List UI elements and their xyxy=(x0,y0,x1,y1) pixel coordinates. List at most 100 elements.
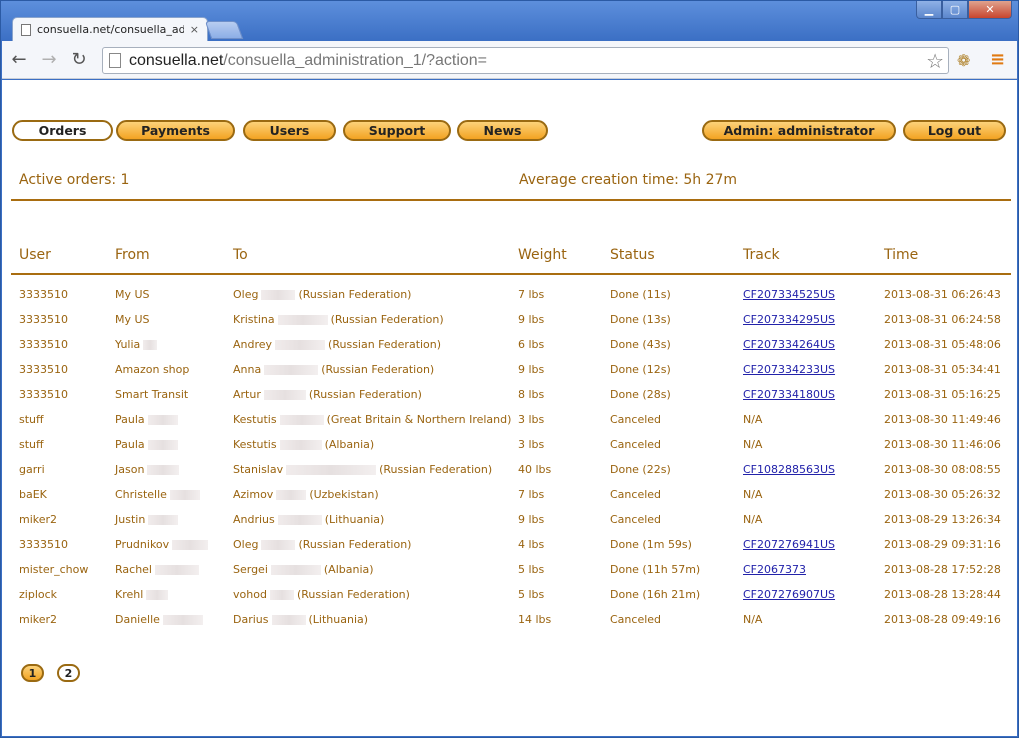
cell-user: baEK xyxy=(19,488,47,501)
track-link[interactable]: CF207334525US xyxy=(743,288,835,301)
cell-time: 2013-08-31 05:48:06 xyxy=(884,338,1001,351)
cell-status: Done (13s) xyxy=(610,313,671,326)
cell-time: 2013-08-29 13:26:34 xyxy=(884,513,1001,526)
to-name: Artur xyxy=(233,388,261,401)
to-name: Andrius xyxy=(233,513,275,526)
cell-weight: 14 lbs xyxy=(518,613,552,626)
page-2-button[interactable]: 2 xyxy=(57,664,80,682)
nav-orders-button[interactable]: Orders xyxy=(12,120,113,141)
cell-from: Christelle xyxy=(115,488,203,501)
to-country: (Russian Federation) xyxy=(328,338,442,351)
admin-account-button[interactable]: Admin: administrator xyxy=(702,120,896,141)
cell-user: stuff xyxy=(19,413,44,426)
browser-tab[interactable]: consuella.net/consuella_adm × xyxy=(12,17,208,41)
cell-weight: 8 lbs xyxy=(518,388,545,401)
to-country: (Great Britain & Northern Ireland) xyxy=(326,413,512,426)
cell-track[interactable]: CF207334180US xyxy=(743,388,835,401)
address-bar[interactable]: consuella.net/consuella_administration_1… xyxy=(102,47,949,74)
redacted-text xyxy=(276,490,307,500)
track-link[interactable]: CF207334180US xyxy=(743,388,835,401)
track-link[interactable]: CF207334295US xyxy=(743,313,835,326)
cell-to: Anna (Russian Federation) xyxy=(233,363,434,376)
cell-status: Canceled xyxy=(610,613,662,626)
reload-icon[interactable]: ↻ xyxy=(66,47,92,73)
maximize-button[interactable]: ▢ xyxy=(942,1,968,19)
redacted-text xyxy=(279,415,324,425)
cell-track[interactable]: CF108288563US xyxy=(743,463,835,476)
back-icon[interactable]: ← xyxy=(6,47,32,73)
nav-support-button[interactable]: Support xyxy=(343,120,451,141)
to-name: Sergei xyxy=(233,563,268,576)
cell-from: Rachel xyxy=(115,563,202,576)
from-name: Danielle xyxy=(115,613,160,626)
cell-to: Sergei (Albania) xyxy=(233,563,374,576)
nav-payments-button[interactable]: Payments xyxy=(116,120,235,141)
track-link[interactable]: CF207276941US xyxy=(743,538,835,551)
url-host: consuella.net xyxy=(129,51,224,69)
cell-from: Krehl xyxy=(115,588,171,601)
column-header-track: Track xyxy=(743,247,780,263)
to-name: Kestutis xyxy=(233,438,277,451)
cell-to: Kestutis (Great Britain & Northern Irelan… xyxy=(233,413,511,426)
cell-track[interactable]: CF2067373 xyxy=(743,563,806,576)
cell-from: Paula xyxy=(115,438,181,451)
cell-user: miker2 xyxy=(19,613,58,626)
page-1-button[interactable]: 1 xyxy=(21,664,44,682)
logout-button[interactable]: Log out xyxy=(903,120,1006,141)
cell-track[interactable]: CF207334525US xyxy=(743,288,835,301)
cell-track[interactable]: CF207276907US xyxy=(743,588,835,601)
to-country: (Russian Federation) xyxy=(379,463,493,476)
cell-weight: 3 lbs xyxy=(518,413,545,426)
page-icon xyxy=(21,23,31,36)
cell-time: 2013-08-30 08:08:55 xyxy=(884,463,1001,476)
nav-users-button[interactable]: Users xyxy=(243,120,336,141)
from-name: Paula xyxy=(115,438,145,451)
cell-track[interactable]: CF207276941US xyxy=(743,538,835,551)
page-icon xyxy=(109,53,121,68)
cell-track: N/A xyxy=(743,513,763,526)
cell-status: Done (43s) xyxy=(610,338,671,351)
to-country: (Russian Federation) xyxy=(308,388,422,401)
close-window-button[interactable]: ✕ xyxy=(968,1,1012,19)
to-name: Anna xyxy=(233,363,262,376)
cell-user: stuff xyxy=(19,438,44,451)
cell-track[interactable]: CF207334295US xyxy=(743,313,835,326)
table-row: miker2 Danielle Darius (Lithuania) 14 lbs Can… xyxy=(2,613,1017,638)
cell-track[interactable]: CF207334264US xyxy=(743,338,835,351)
tab-close-icon[interactable]: × xyxy=(190,23,199,36)
extension-icon[interactable]: ❁ xyxy=(957,51,970,70)
redacted-text xyxy=(264,365,319,375)
to-country: (Russian Federation) xyxy=(330,313,444,326)
track-link[interactable]: CF2067373 xyxy=(743,563,806,576)
track-link[interactable]: CF207334264US xyxy=(743,338,835,351)
from-name: Prudnikov xyxy=(115,538,170,551)
cell-status: Done (11s) xyxy=(610,288,671,301)
new-tab-button[interactable] xyxy=(204,21,244,39)
redacted-text xyxy=(275,340,326,350)
bookmark-star-icon[interactable]: ☆ xyxy=(926,49,944,73)
forward-icon[interactable]: → xyxy=(36,47,62,73)
track-link[interactable]: CF108288563US xyxy=(743,463,835,476)
minimize-button[interactable]: ▁ xyxy=(916,1,942,19)
cell-status: Done (22s) xyxy=(610,463,671,476)
cell-to: Darius (Lithuania) xyxy=(233,613,368,626)
cell-time: 2013-08-30 05:26:32 xyxy=(884,488,1001,501)
cell-from: Paula xyxy=(115,413,181,426)
track-link[interactable]: CF207334233US xyxy=(743,363,835,376)
to-country: (Lithuania) xyxy=(308,613,369,626)
track-link[interactable]: CF207276907US xyxy=(743,588,835,601)
cell-from: Justin xyxy=(115,513,181,526)
redacted-text xyxy=(271,615,306,625)
cell-track[interactable]: CF207334233US xyxy=(743,363,835,376)
cell-status: Done (1m 59s) xyxy=(610,538,692,551)
cell-user: 3333510 xyxy=(19,388,68,401)
url-text: consuella.net/consuella_administration_1… xyxy=(129,52,487,70)
from-name: Rachel xyxy=(115,563,152,576)
redacted-text xyxy=(155,565,199,575)
from-name: Smart Transit xyxy=(115,388,189,401)
divider xyxy=(11,199,1011,201)
cell-time: 2013-08-28 17:52:28 xyxy=(884,563,1001,576)
menu-icon[interactable]: ≡ xyxy=(990,49,1005,70)
nav-news-button[interactable]: News xyxy=(457,120,548,141)
cell-time: 2013-08-31 06:26:43 xyxy=(884,288,1001,301)
